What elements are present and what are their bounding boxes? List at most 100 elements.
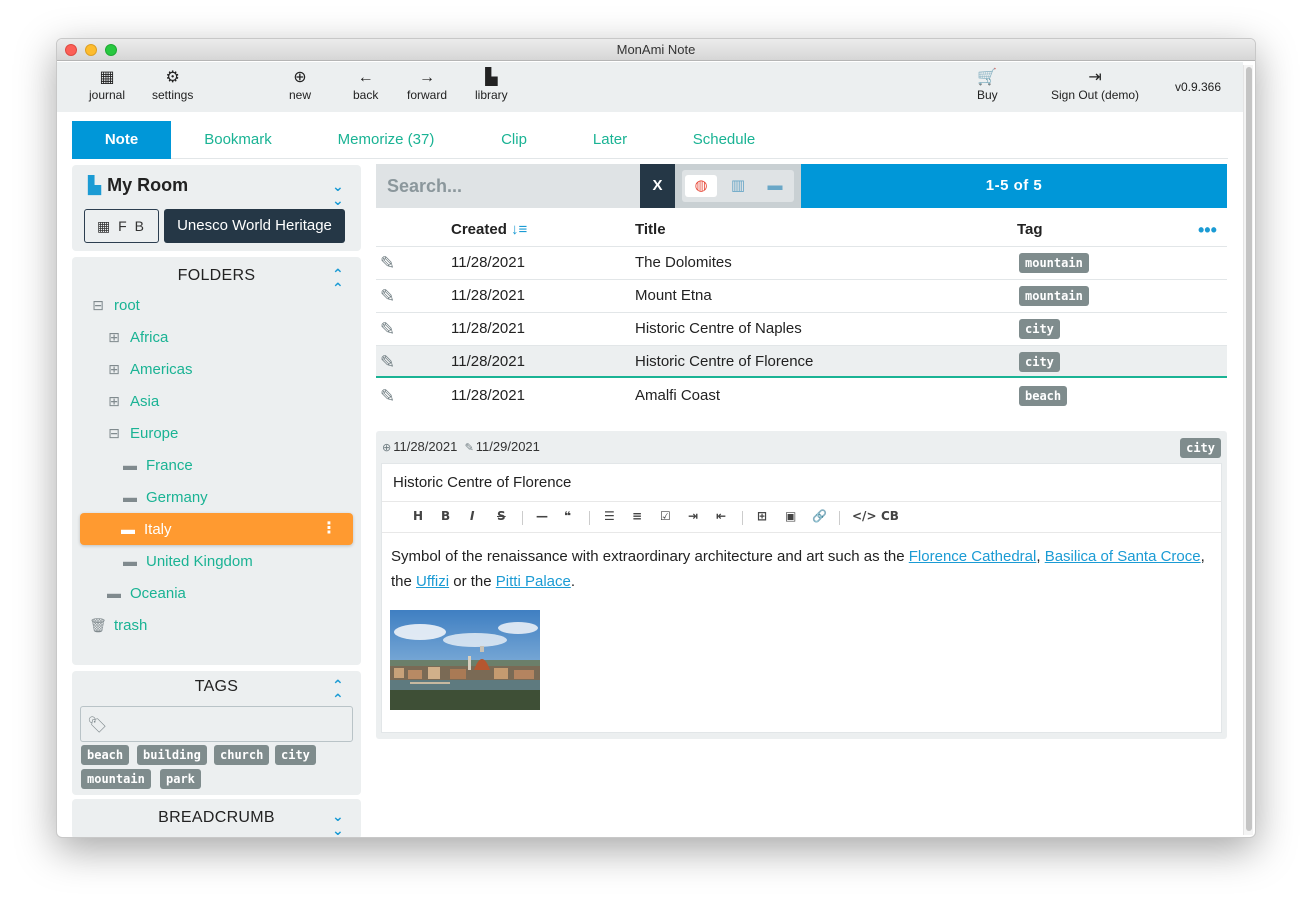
table-row[interactable]: ✎ 11/28/2021 Mount Etna mountain [376,279,1227,312]
row-created: 11/28/2021 [451,387,525,404]
folder-trash[interactable]: 🗑 trash [88,613,147,637]
checklist-button[interactable]: ☑ [660,509,671,523]
folder-oceania[interactable]: ▬ Oceania [104,581,186,605]
outdent-button[interactable]: ⇤ [716,509,726,523]
note-title[interactable]: Historic Centre of Florence [393,474,571,491]
unesco-world-heritage-button[interactable]: Unesco World Heritage [164,209,345,243]
folder-americas[interactable]: ⊞ Americas [104,357,192,381]
settings-button[interactable]: ⚙ settings [152,68,193,102]
folder-united-kingdom[interactable]: ▬ United Kingdom [120,549,253,573]
edit-icon[interactable]: ✎ [380,280,395,312]
tab-clip[interactable]: Clip [487,121,541,159]
tag-chip-mountain[interactable]: mountain [81,769,151,789]
heading-button[interactable]: H [413,509,423,523]
table-row-selected[interactable]: ✎ 11/28/2021 Historic Centre of Florence… [376,345,1227,378]
link-basilica-santa-croce[interactable]: Basilica of Santa Croce [1045,548,1201,565]
folder-italy[interactable]: ▬ Italy ⋮ [80,513,353,545]
toolbar-divider [589,511,590,525]
quote-button[interactable]: ❝ [564,509,571,523]
link-uffizi[interactable]: Uffizi [416,573,449,590]
chevron-double-up-icon[interactable]: ⌃ ⌃ [332,267,344,295]
tag-chip-church[interactable]: church [214,745,270,765]
tab-schedule[interactable]: Schedule [686,121,762,159]
code-block-button[interactable]: CB [881,509,899,523]
folder-africa[interactable]: ⊞ Africa [104,325,168,349]
link-florence-cathedral[interactable]: Florence Cathedral [909,548,1037,565]
strikethrough-button[interactable]: S [497,509,506,523]
tag-chip-park[interactable]: park [160,769,201,789]
column-tag[interactable]: Tag [1017,214,1043,246]
column-title[interactable]: Title [635,214,666,246]
row-created: 11/28/2021 [451,287,525,304]
note-tag[interactable]: city [1180,438,1221,458]
table-row[interactable]: ✎ 11/28/2021 Amalfi Coast beach [376,380,1227,413]
more-horizontal-icon[interactable]: ••• [1198,214,1217,246]
scrollbar-thumb[interactable] [1246,67,1252,831]
chevron-double-up-icon[interactable]: ⌃ ⌃ [332,678,344,706]
window-scrollbar[interactable] [1243,65,1253,835]
sign-out-button[interactable]: ⇥ Sign Out (demo) [1051,68,1139,102]
plus-square-icon: ⊞ [108,361,120,377]
folder-germany[interactable]: ▬ Germany [120,485,208,509]
folder-france[interactable]: ▬ France [120,453,193,477]
table-button[interactable]: ⊞ [757,509,767,523]
italic-button[interactable]: I [470,509,474,523]
bold-button[interactable]: B [441,509,450,523]
cart-icon: 🛒 [977,69,998,86]
numbered-list-button[interactable]: ≡ [632,509,642,523]
indent-button[interactable]: ⇥ [688,509,698,523]
folder-asia[interactable]: ⊞ Asia [104,389,159,413]
folder-europe[interactable]: ⊟ Europe [104,421,178,445]
chevron-double-down-icon[interactable]: ⌄ ⌄ [332,179,344,207]
close-window-button[interactable] [65,44,77,56]
search-input[interactable] [376,164,640,208]
tab-note[interactable]: Note [72,121,171,159]
buy-button[interactable]: 🛒 Buy [977,68,998,102]
table-row[interactable]: ✎ 11/28/2021 Historic Centre of Naples c… [376,312,1227,345]
door-icon: ▙ [485,69,498,86]
edit-icon[interactable]: ✎ [380,247,395,279]
maximize-window-button[interactable] [105,44,117,56]
sort-desc-icon[interactable]: ↓≡ [511,221,527,238]
horizontal-rule-button[interactable]: — [536,509,548,523]
note-body[interactable]: Symbol of the renaissance with extraordi… [391,544,1211,594]
edit-icon[interactable]: ✎ [380,313,395,345]
edit-icon[interactable]: ✎ [380,380,395,412]
folder-root[interactable]: ⊟ root [88,293,140,317]
new-button[interactable]: ⊕ new [289,68,311,102]
link-button[interactable]: 🔗 [812,509,827,523]
version-label: v0.9.366 [1174,80,1221,94]
link-pitti-palace[interactable]: Pitti Palace [496,573,571,590]
image-button[interactable]: ▣ [785,509,796,523]
tag-chip-beach[interactable]: beach [81,745,130,765]
fb-calendar-button[interactable]: ▦ F B [84,209,159,243]
more-vertical-icon[interactable]: ⋮ [321,513,337,545]
chevron-double-down-icon[interactable]: ⌄ ⌄ [332,809,344,837]
journal-button[interactable]: ▦ journal [89,68,125,102]
row-tag[interactable]: city [1019,319,1060,339]
book-icon[interactable]: ▥ [722,175,754,197]
bullet-list-button[interactable]: ☰ [604,509,615,523]
code-button[interactable]: </> [852,509,877,523]
minimize-window-button[interactable] [85,44,97,56]
row-tag[interactable]: beach [1019,386,1068,406]
column-created[interactable]: Created ↓≡ [451,214,527,246]
tab-later[interactable]: Later [582,121,638,159]
clear-search-button[interactable]: X [640,164,675,208]
row-tag[interactable]: mountain [1019,253,1089,273]
library-button[interactable]: ▙ library [475,68,508,102]
forward-button[interactable]: → forward [407,68,447,102]
tag-filter-input[interactable]: 🏷 [80,706,353,742]
globe-icon[interactable]: ◍ [685,175,717,197]
back-button[interactable]: ← back [353,68,378,102]
note-editor[interactable]: Historic Centre of Florence H B I S — ❝ … [381,463,1222,733]
tag-chip-building[interactable]: building [137,745,207,765]
tag-chip-city[interactable]: city [275,745,316,765]
folder-icon[interactable]: ▬ [759,175,791,197]
row-tag[interactable]: mountain [1019,286,1089,306]
tab-bookmark[interactable]: Bookmark [190,121,286,159]
row-tag[interactable]: city [1019,352,1060,372]
tab-memorize[interactable]: Memorize (37) [328,121,444,159]
edit-icon[interactable]: ✎ [380,346,395,378]
table-row[interactable]: ✎ 11/28/2021 The Dolomites mountain [376,246,1227,279]
